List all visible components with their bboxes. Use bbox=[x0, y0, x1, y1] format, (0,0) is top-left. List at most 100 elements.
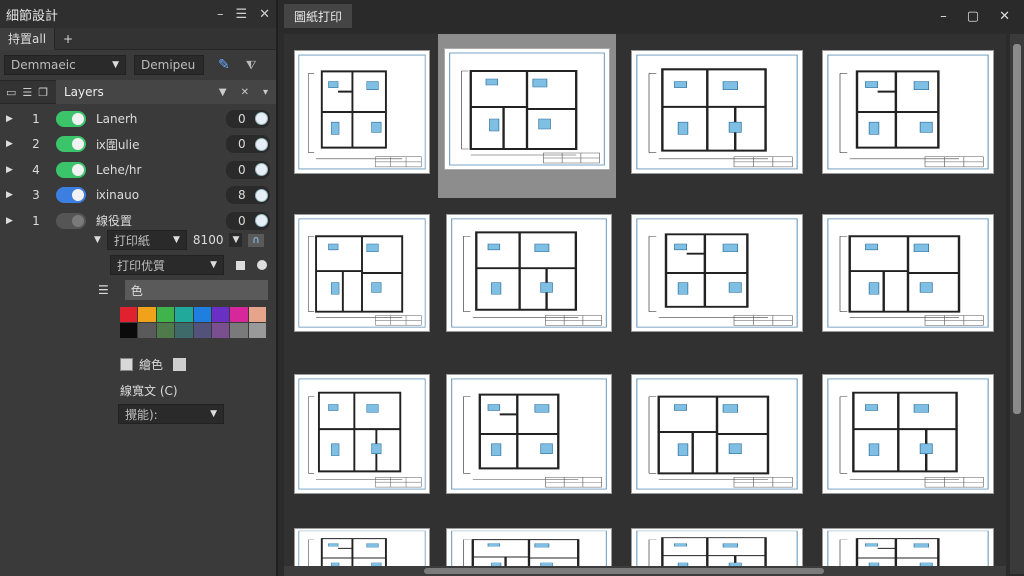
fill-label: 繪色 bbox=[139, 358, 164, 372]
layer-number: 3 bbox=[32, 188, 40, 203]
add-tab-button[interactable]: + bbox=[55, 28, 81, 50]
list-icon[interactable]: ☰ bbox=[22, 86, 32, 99]
print-style-dropdown[interactable]: 打印紙 ▼ bbox=[106, 230, 187, 250]
layer-value-field[interactable]: 0 bbox=[226, 160, 270, 179]
bottom-dropdown[interactable]: 攪能): ▼ bbox=[118, 404, 224, 424]
layer-color-dot[interactable] bbox=[255, 137, 268, 151]
collapse-icon[interactable]: ▭ bbox=[6, 86, 16, 99]
sheet-thumbnail[interactable] bbox=[822, 50, 994, 174]
sheet-thumbnail[interactable] bbox=[294, 214, 430, 332]
vertical-scrollbar[interactable] bbox=[1010, 34, 1024, 574]
color-swatch[interactable] bbox=[175, 323, 193, 338]
sheet-thumbnail[interactable] bbox=[446, 374, 612, 494]
sheet-thumbnail[interactable] bbox=[822, 214, 994, 332]
color-swatch[interactable] bbox=[248, 323, 266, 338]
color-swatch[interactable] bbox=[138, 307, 156, 322]
layer-color-dot[interactable] bbox=[255, 112, 268, 126]
expand-icon[interactable]: ▶ bbox=[6, 165, 20, 175]
close-icon[interactable]: ✕ bbox=[999, 9, 1010, 24]
layer-row[interactable]: ▶ 1 Lanerh 0 bbox=[0, 106, 276, 132]
profile-dropdown-value: Demmaeic bbox=[11, 58, 76, 72]
layer-visibility-toggle[interactable] bbox=[56, 161, 86, 178]
profile-dropdown[interactable]: Demmaeic ▼ bbox=[4, 55, 126, 75]
sheet-thumbnail[interactable] bbox=[631, 374, 803, 494]
layer-value: 0 bbox=[238, 137, 246, 152]
chevron-down-icon[interactable]: ▾ bbox=[263, 87, 268, 98]
filter-icon[interactable]: ⧨ bbox=[246, 58, 257, 73]
list-icon[interactable]: ☰ bbox=[98, 283, 109, 297]
color-swatch[interactable] bbox=[156, 307, 175, 322]
layer-copy-icon[interactable]: ❐ bbox=[38, 86, 48, 99]
layer-color-dot[interactable] bbox=[255, 188, 268, 202]
filter-icon[interactable]: ▼ bbox=[219, 87, 227, 98]
layer-value-field[interactable]: 0 bbox=[226, 135, 270, 154]
print-option-dropdown[interactable]: 打印优質 ▼ bbox=[110, 255, 224, 275]
preset-field-value: Demipeu bbox=[141, 58, 196, 72]
square-icon[interactable] bbox=[236, 260, 245, 270]
color-swatch[interactable] bbox=[156, 323, 175, 338]
circle-icon[interactable] bbox=[257, 260, 267, 270]
preview-titlebar: 圖紙打印 – ▢ ✕ bbox=[280, 0, 1024, 32]
color-swatch[interactable] bbox=[120, 307, 138, 322]
chevron-down-icon[interactable]: ▼ bbox=[229, 233, 243, 247]
layer-value-field[interactable]: 0 bbox=[226, 211, 270, 230]
layer-visibility-toggle[interactable] bbox=[56, 212, 86, 229]
color-swatch[interactable] bbox=[193, 323, 211, 338]
close-icon[interactable]: ✕ bbox=[259, 7, 270, 22]
layer-number: 2 bbox=[32, 137, 40, 152]
layer-row[interactable]: ▶ 4 Lehe/hr 0 bbox=[0, 157, 276, 183]
color-swatch[interactable] bbox=[138, 323, 156, 338]
sheet-thumbnail[interactable] bbox=[822, 374, 994, 494]
color-swatch[interactable] bbox=[120, 323, 138, 338]
pen-icon[interactable]: ✎ bbox=[218, 57, 230, 73]
layer-visibility-toggle[interactable] bbox=[56, 136, 86, 153]
layer-name: Lanerh bbox=[96, 111, 138, 126]
color-swatch[interactable] bbox=[211, 323, 230, 338]
layer-row[interactable]: ▶ 2 ⅸ圍ulie 0 bbox=[0, 132, 276, 158]
color-square-icon[interactable] bbox=[173, 358, 187, 371]
layer-number: 1 bbox=[32, 213, 40, 228]
expand-icon[interactable]: ▶ bbox=[6, 216, 20, 226]
expand-icon[interactable]: ▶ bbox=[6, 139, 20, 149]
chevron-down-icon[interactable]: ▼ bbox=[94, 235, 101, 245]
color-swatch[interactable] bbox=[193, 307, 211, 322]
sheet-thumbnail[interactable] bbox=[631, 214, 803, 332]
sheet-thumbnail[interactable] bbox=[631, 50, 803, 174]
horizontal-scrollbar[interactable] bbox=[284, 566, 1006, 576]
layer-visibility-toggle[interactable] bbox=[56, 110, 86, 127]
color-swatch[interactable] bbox=[248, 307, 266, 322]
fill-checkbox[interactable] bbox=[120, 358, 133, 371]
tab-settings[interactable]: 持置all bbox=[0, 27, 56, 50]
panel-titlebar: 細節設計 – ☰ ✕ bbox=[0, 0, 276, 28]
bottom-dropdown-value: 攪能): bbox=[125, 407, 158, 422]
maximize-icon[interactable]: ▢ bbox=[967, 9, 979, 24]
expand-icon[interactable]: ▶ bbox=[6, 190, 20, 200]
tab-drawing-print[interactable]: 圖紙打印 bbox=[284, 4, 353, 28]
color-picker-field[interactable]: 色 bbox=[124, 280, 268, 300]
chevron-down-icon: ▼ bbox=[210, 409, 217, 419]
sheet-thumbnail[interactable] bbox=[294, 374, 430, 494]
sheet-thumbnail[interactable] bbox=[438, 34, 616, 198]
sheet-thumbnail[interactable] bbox=[294, 50, 430, 174]
color-label: 色 bbox=[130, 283, 143, 298]
color-swatch[interactable] bbox=[175, 307, 193, 322]
minimize-icon[interactable]: – bbox=[217, 7, 224, 22]
layer-row[interactable]: ▶ 3 ⅸinauo 8 bbox=[0, 183, 276, 209]
color-swatch[interactable] bbox=[230, 323, 248, 338]
lock-icon[interactable]: ∩ bbox=[248, 233, 264, 247]
bottom-row: 攪能): ▼ bbox=[118, 404, 224, 424]
expand-icon[interactable]: ▶ bbox=[6, 114, 20, 124]
sheet-thumbnail[interactable] bbox=[446, 214, 612, 332]
minimize-icon[interactable]: – bbox=[940, 9, 947, 24]
close-icon[interactable]: ✕ bbox=[241, 87, 249, 98]
layer-list: ▶ 1 Lanerh 0 ▶ 2 ⅸ圍ulie 0 ▶ 4 Lehe/hr 0 ▶ 3 ⅸinauo 8 ▶ 1 線… bbox=[0, 106, 276, 234]
layer-color-dot[interactable] bbox=[255, 163, 268, 177]
layer-value-field[interactable]: 0 bbox=[226, 109, 270, 128]
color-swatch[interactable] bbox=[230, 307, 248, 322]
preset-field[interactable]: Demipeu bbox=[134, 55, 204, 75]
menu-icon[interactable]: ☰ bbox=[235, 7, 247, 22]
layer-value-field[interactable]: 8 bbox=[226, 186, 270, 205]
layer-color-dot[interactable] bbox=[255, 214, 268, 228]
color-swatch[interactable] bbox=[211, 307, 230, 322]
layer-visibility-toggle[interactable] bbox=[56, 187, 86, 204]
